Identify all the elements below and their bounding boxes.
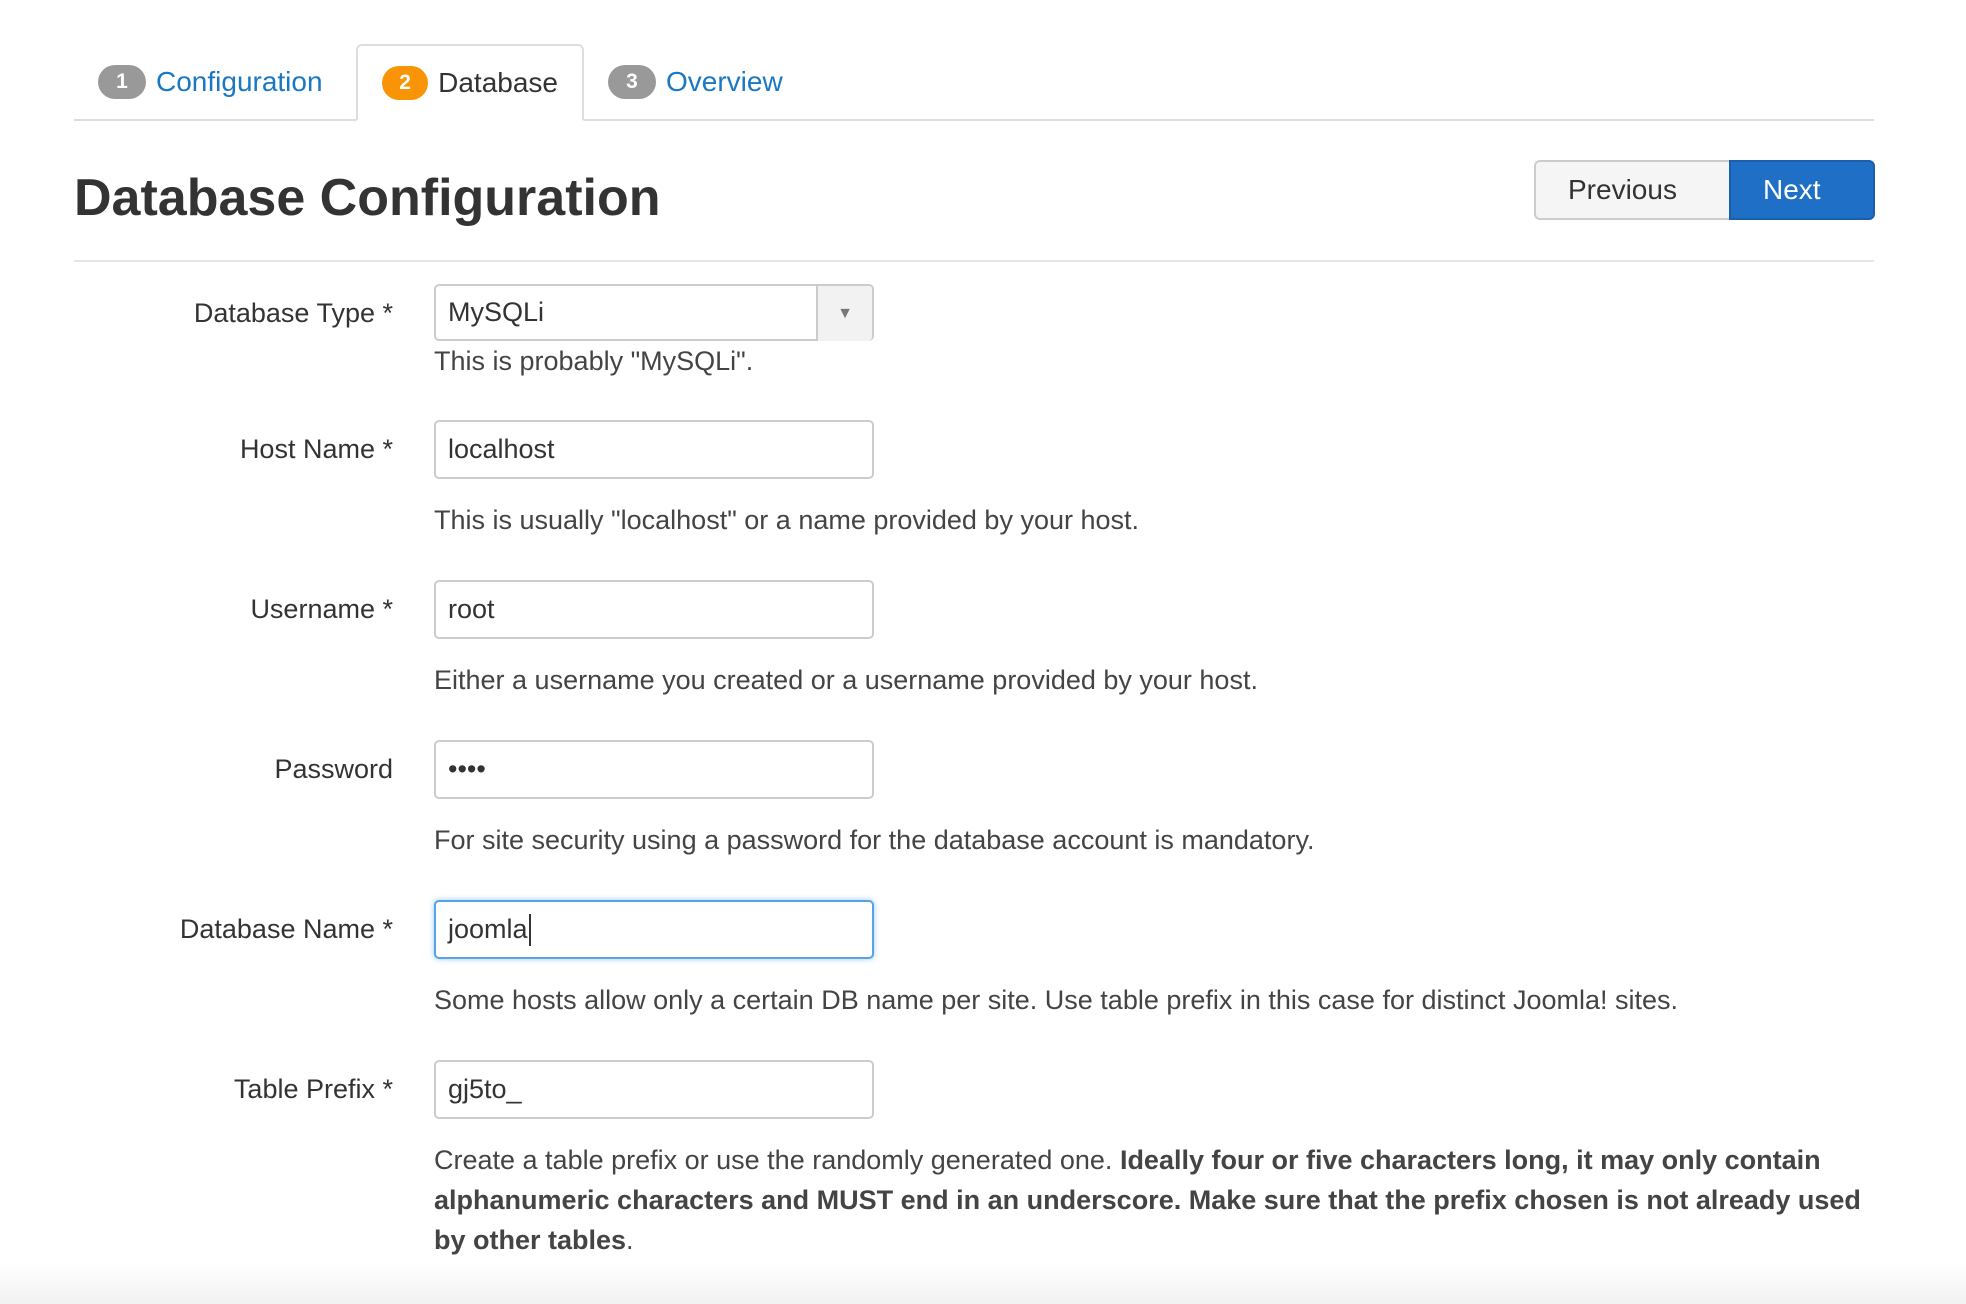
page-title: Database Configuration — [74, 168, 661, 228]
db-name-help: Some hosts allow only a certain DB name … — [434, 980, 1678, 1020]
divider — [74, 260, 1874, 262]
previous-label: Previous — [1568, 174, 1677, 206]
step-badge: 3 — [608, 65, 656, 99]
host-input[interactable]: localhost — [434, 420, 874, 479]
host-value: localhost — [448, 434, 555, 465]
prefix-help: Create a table prefix or use the randoml… — [434, 1140, 1874, 1260]
tab-overview[interactable]: 3 Overview — [584, 44, 824, 119]
username-help: Either a username you created or a usern… — [434, 660, 1258, 700]
prefix-input[interactable]: gj5to_ — [434, 1060, 874, 1119]
host-help: This is usually "localhost" or a name pr… — [434, 500, 1139, 540]
password-input[interactable]: •••• — [434, 740, 874, 799]
caret-down-icon[interactable]: ▼ — [816, 286, 872, 341]
db-name-value: joomla — [448, 914, 528, 945]
db-type-value: MySQLi — [448, 297, 544, 328]
db-type-label: Database Type * — [194, 298, 393, 329]
next-button[interactable]: 🠎 Next — [1729, 160, 1875, 220]
navigation-buttons: 🠌 Previous 🠎 Next — [1534, 160, 1875, 220]
installer-page: 1 Configuration 2 Database 3 Overview Da… — [0, 0, 1966, 1304]
prefix-label: Table Prefix * — [234, 1074, 393, 1105]
password-value: •••• — [448, 754, 486, 785]
password-label: Password — [274, 754, 393, 785]
db-type-help: This is probably "MySQLi". — [434, 341, 753, 381]
username-label: Username * — [250, 594, 393, 625]
prefix-help-end: . — [626, 1225, 634, 1255]
host-label: Host Name * — [240, 434, 393, 465]
step-tabs: 1 Configuration 2 Database 3 Overview — [74, 44, 1874, 121]
bottom-bar — [0, 1262, 1966, 1304]
tab-label: Overview — [666, 66, 783, 98]
password-help: For site security using a password for t… — [434, 820, 1314, 860]
tab-configuration[interactable]: 1 Configuration — [74, 44, 356, 119]
step-badge: 2 — [382, 66, 428, 100]
prefix-value: gj5to_ — [448, 1074, 522, 1105]
db-name-input[interactable]: joomla — [434, 900, 874, 959]
previous-button[interactable]: 🠌 Previous — [1534, 160, 1729, 220]
username-input[interactable]: root — [434, 580, 874, 639]
step-badge: 1 — [98, 65, 146, 99]
tab-label: Database — [438, 67, 558, 99]
username-value: root — [448, 594, 495, 625]
tab-database[interactable]: 2 Database — [356, 44, 584, 121]
text-cursor — [529, 914, 531, 946]
next-label: Next — [1763, 174, 1821, 206]
db-type-select[interactable]: MySQLi ▼ — [434, 284, 874, 341]
prefix-help-plain: Create a table prefix or use the randoml… — [434, 1145, 1112, 1175]
db-name-label: Database Name * — [180, 914, 393, 945]
tab-label: Configuration — [156, 66, 323, 98]
